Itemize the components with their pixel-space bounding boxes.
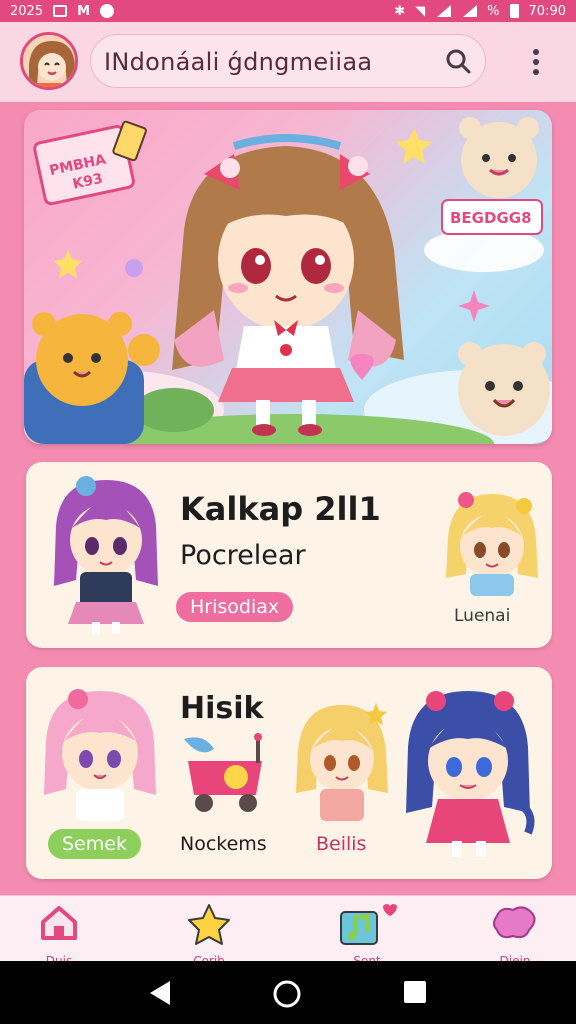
nav-item-star[interactable]: Corib — [164, 902, 254, 968]
chat-blob-icon — [493, 906, 536, 939]
more-options-icon[interactable] — [528, 46, 544, 78]
home-button-icon[interactable] — [272, 979, 302, 1009]
bottom-navigation: Duis Corib Sont Diein — [0, 895, 576, 968]
card1-title: Kalkap 2ll1 — [180, 490, 381, 528]
music-card-icon — [340, 904, 397, 945]
app-notification-icon — [100, 4, 115, 18]
toy-cart-icon — [184, 733, 262, 812]
yellow-hair-girl-icon — [296, 703, 388, 821]
signal-icon-2 — [461, 5, 478, 17]
card2-label-1: Nockems — [180, 833, 267, 855]
card1-character-label: Luenai — [454, 606, 511, 626]
status-time-left: 2025 — [10, 3, 44, 19]
avatar[interactable] — [20, 32, 78, 90]
status-time-right: 70:90 — [528, 3, 566, 19]
hero-illustration: PMBHA K93 BEGDGG8 — [24, 117, 552, 444]
back-icon[interactable] — [146, 979, 174, 1007]
svg-text:BEGDGG8: BEGDGG8 — [450, 209, 532, 227]
feature-card-2[interactable]: Semek Hisik Nockems Beilis — [26, 667, 552, 879]
card2-label-2: Beilis — [316, 833, 367, 855]
blue-hair-girl-icon — [406, 691, 535, 857]
recents-icon[interactable] — [402, 979, 428, 1005]
status-bar: 2025 M ✱ ◥ % 70:90 — [0, 0, 576, 22]
card2-tag-button[interactable]: Semek — [48, 829, 141, 859]
mail-icon: M — [77, 3, 91, 19]
search-bar[interactable]: INdonáali ǵdngmeiiaa — [90, 34, 486, 88]
home-icon — [41, 906, 77, 940]
nav-item-music[interactable]: Sont — [322, 902, 412, 968]
search-input[interactable]: INdonáali ǵdngmeiiaa — [104, 48, 372, 76]
wifi-icon: ◥ — [415, 3, 426, 19]
nav-item-home[interactable]: Duis — [14, 902, 104, 968]
battery-icon — [509, 4, 519, 18]
feature-card-1[interactable]: Kalkap 2ll1 Pocrelear Hrisodiax Luenai — [26, 462, 552, 648]
card2-title: Hisik — [180, 691, 264, 726]
pink-hair-girl-icon — [44, 689, 156, 821]
card1-tag-button[interactable]: Hrisodiax — [176, 592, 294, 622]
avatar-girl-icon — [23, 35, 75, 87]
search-icon[interactable] — [444, 47, 472, 75]
star-icon — [188, 904, 230, 945]
nav-item-chat[interactable]: Diein — [470, 902, 560, 968]
bluetooth-icon: ✱ — [394, 3, 406, 19]
hero-banner[interactable]: PMBHA K93 BEGDGG8 — [24, 110, 552, 444]
blonde-girl-icon — [446, 492, 538, 596]
signal-icon — [435, 5, 452, 17]
purple-hair-girl-icon — [54, 476, 158, 634]
battery-percent: % — [487, 3, 500, 19]
notification-icon — [53, 5, 68, 17]
system-navigation-bar — [0, 961, 576, 1024]
app-header: INdonáali ǵdngmeiiaa — [0, 22, 576, 102]
card1-subtitle: Pocrelear — [180, 540, 306, 571]
